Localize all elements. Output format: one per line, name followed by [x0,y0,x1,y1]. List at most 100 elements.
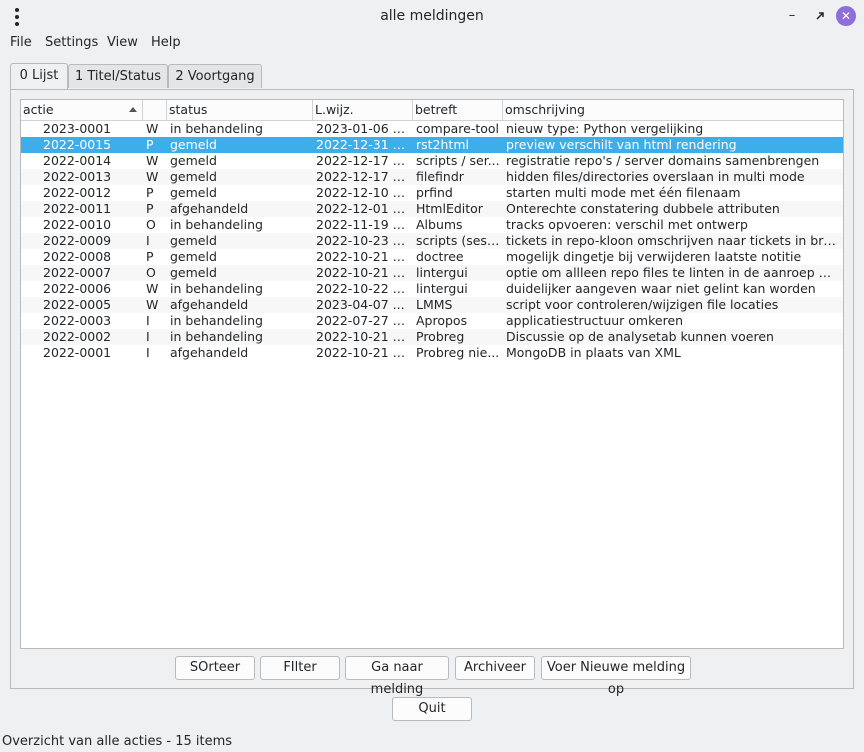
cell-lwijz: 2022-12-31 2... [316,137,412,152]
ga-naar-melding-button[interactable]: Ga naar melding [345,656,449,697]
cell-lwijz: 2022-10-23 2... [316,233,412,248]
cell-type: O [146,265,156,280]
table-row[interactable]: 2022-0011 Pafgehandeld 2022-12-01 21... Htm… [21,201,843,217]
header-betreft[interactable]: betreft [413,100,503,120]
cell-status: in behandeling [170,281,263,296]
menu-settings[interactable]: Settings [45,35,98,50]
menu-help[interactable]: Help [151,35,181,50]
cell-actie: 2022-0012 [43,185,112,200]
cell-status: gemeld [170,137,217,152]
table-row[interactable]: 2022-0013 Wgemeld 2022-12-17 19... filefind… [21,169,843,185]
cell-status: in behandeling [170,121,263,136]
sorteer-button[interactable]: SOrteer [175,656,255,680]
cell-status: gemeld [170,185,217,200]
cell-status: gemeld [170,249,217,264]
table-row[interactable]: 2022-0006 Win behandeling 2022-10-22 2... l… [21,281,843,297]
cell-omschrijving: optie om allleen repo files te linten in… [506,265,839,280]
cell-type: W [146,297,159,312]
cell-omschrijving: tickets in repo-kloon omschrijven naar t… [506,233,839,248]
cell-status: afgehandeld [170,345,249,360]
cell-omschrijving: MongoDB in plaats van XML [506,345,681,360]
table-row[interactable]: 2022-0010 Oin behandeling 2022-11-19 21...… [21,217,843,233]
header-actie[interactable]: actie [21,100,143,120]
cell-status: gemeld [170,169,217,184]
window-title: alle meldingen [380,8,484,24]
cell-actie: 2023-0001 [43,121,112,136]
cell-actie: 2022-0001 [43,345,112,360]
nieuwe-melding-button[interactable]: Voer Nieuwe melding op [541,656,691,697]
table-row[interactable]: 2022-0007 Ogemeld 2022-10-21 1... lintergui… [21,265,843,281]
table-row[interactable]: 2022-0003 Iin behandeling 2022-07-27 1... A… [21,313,843,329]
cell-lwijz: 2022-10-21 2... [316,345,412,360]
archiveer-button[interactable]: Archiveer [455,656,535,680]
cell-status: in behandeling [170,217,263,232]
maximize-icon[interactable] [810,6,830,26]
cell-actie: 2022-0009 [43,233,112,248]
table-row[interactable]: 2022-0001 Iafgehandeld 2022-10-21 2... Prob… [21,345,843,361]
cell-lwijz: 2022-11-19 21... [316,217,412,232]
tab-voortgang[interactable]: 2 Voortgang [168,64,262,88]
cell-omschrijving: Discussie op de analysetab kunnen voeren [506,329,774,344]
table-body: 2023-0001 Win behandeling 2023-01-06 0... c… [21,121,843,361]
menu-file[interactable]: File [10,35,32,50]
cell-omschrijving: registratie repo's / server domains same… [506,153,820,168]
cell-status: in behandeling [170,329,263,344]
header-type[interactable] [143,100,167,120]
cell-betreft: scripts (sess... [416,233,500,248]
cell-actie: 2022-0006 [43,281,112,296]
cell-type: W [146,153,159,168]
cell-betreft: scripts / ser... [416,153,500,168]
cell-type: I [146,345,150,360]
cell-lwijz: 2022-12-10 1... [316,185,412,200]
table-row[interactable]: 2022-0005 Wafgehandeld 2023-04-07 ... LMMS s… [21,297,843,313]
cell-status: gemeld [170,153,217,168]
cell-betreft: Apropos [416,313,468,328]
header-omschrijving[interactable]: omschrijving [503,100,843,120]
quit-button[interactable]: Quit [392,697,472,721]
cell-actie: 2022-0014 [43,153,112,168]
cell-lwijz: 2022-12-17 19... [316,169,412,184]
cell-lwijz: 2022-10-22 2... [316,281,412,296]
cell-omschrijving: Onterechte constatering dubbele attribut… [506,201,780,216]
table-row[interactable]: 2022-0012 Pgemeld 2022-12-10 1... prfind sta… [21,185,843,201]
cell-betreft: lintergui [416,281,468,296]
cell-lwijz: 2022-10-21 2... [316,249,412,264]
cell-omschrijving: hidden files/directories overslaan in mu… [506,169,805,184]
cell-betreft: Probreg [416,329,465,344]
filter-button[interactable]: FIlter [260,656,340,680]
cell-lwijz: 2023-01-06 0... [316,121,412,136]
cell-betreft: rst2html [416,137,469,152]
actions-table[interactable]: actie status L.wijz. betreft omschrijvin… [20,99,844,649]
cell-actie: 2022-0003 [43,313,112,328]
cell-omschrijving: preview verschilt van html rendering [506,137,737,152]
cell-status: gemeld [170,265,217,280]
header-lwijz[interactable]: L.wijz. [313,100,413,120]
table-row[interactable]: 2022-0015 Pgemeld 2022-12-31 2... rst2html p… [21,137,843,153]
cell-omschrijving: mogelijk dingetje bij verwijderen laatst… [506,249,802,264]
cell-actie: 2022-0013 [43,169,112,184]
table-row[interactable]: 2022-0002 Iin behandeling 2022-10-21 2... P… [21,329,843,345]
cell-type: I [146,313,150,328]
cell-omschrijving: nieuw type: Python vergelijking [506,121,704,136]
cell-type: W [146,169,159,184]
table-row[interactable]: 2022-0014 Wgemeld 2022-12-17 19... scripts … [21,153,843,169]
cell-type: O [146,217,156,232]
cell-lwijz: 2022-07-27 1... [316,313,412,328]
cell-betreft: filefindr [416,169,464,184]
minimize-icon[interactable]: – [782,6,802,26]
status-bar-text: Overzicht van alle acties - 15 items [2,734,233,749]
close-icon[interactable]: ✕ [836,6,856,26]
table-row[interactable]: 2023-0001 Win behandeling 2023-01-06 0... c… [21,121,843,137]
tab-lijst[interactable]: 0 Lijst [10,63,68,89]
cell-type: W [146,281,159,296]
cell-actie: 2022-0007 [43,265,112,280]
cell-actie: 2022-0015 [43,137,112,152]
header-status[interactable]: status [167,100,313,120]
table-row[interactable]: 2022-0009 Igemeld 2022-10-23 2... scripts (… [21,233,843,249]
menu-view[interactable]: View [107,35,138,50]
tab-titel-status[interactable]: 1 Titel/Status [68,64,168,88]
table-row[interactable]: 2022-0008 Pgemeld 2022-10-21 2... doctree mo… [21,249,843,265]
cell-omschrijving: tracks opvoeren: verschil met ontwerp [506,217,748,232]
cell-betreft: HtmlEditor [416,201,483,216]
cell-actie: 2022-0011 [43,201,112,216]
